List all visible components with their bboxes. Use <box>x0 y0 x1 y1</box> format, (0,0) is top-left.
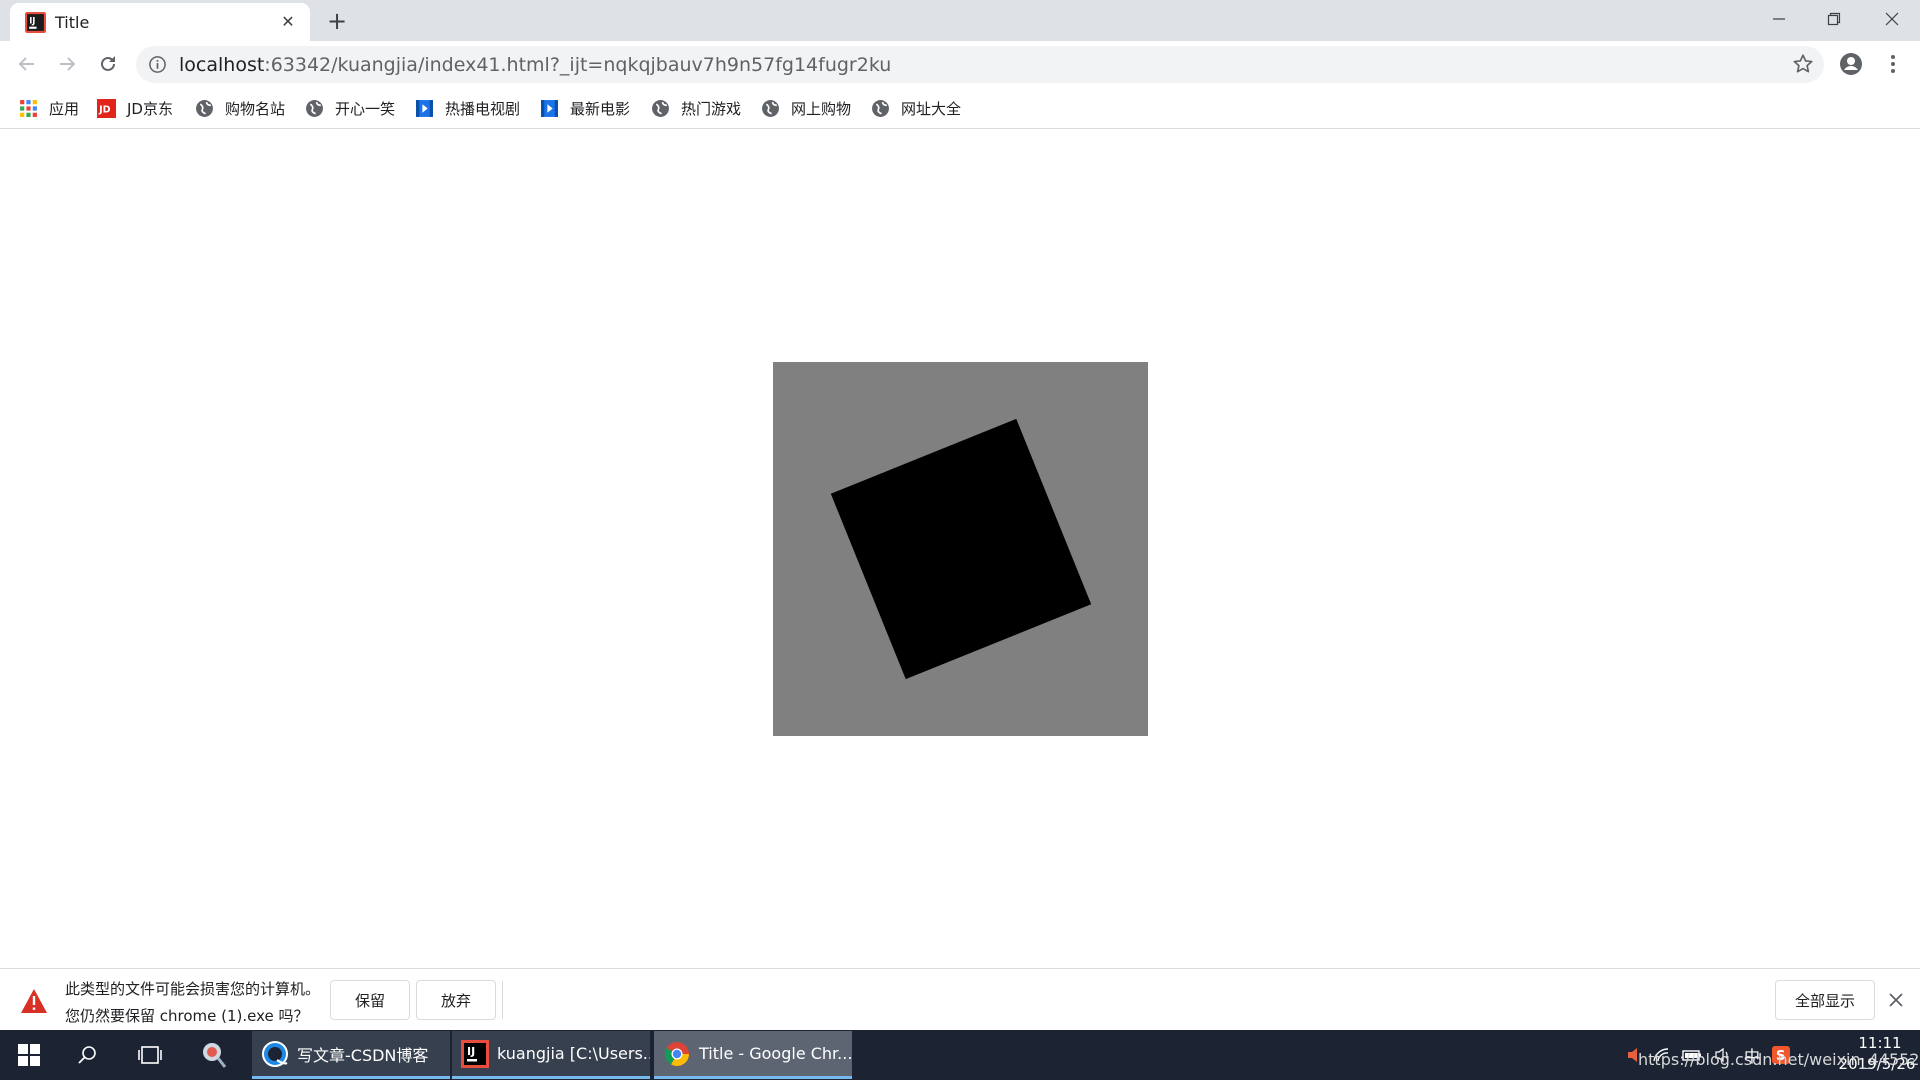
back-arrow-icon <box>18 57 34 71</box>
task-view-button[interactable] <box>124 1030 176 1080</box>
discard-button[interactable]: 放弃 <box>416 980 496 1020</box>
new-tab-button[interactable]: + <box>324 9 350 35</box>
taskbar-app-csdn[interactable]: 写文章-CSDN博客 <box>252 1031 450 1079</box>
svg-text:IJ: IJ <box>467 1045 475 1058</box>
windows-start-icon <box>18 1044 40 1066</box>
url-path: :63342/kuangjia/index41.html?_ijt=nqkqjb… <box>264 54 892 76</box>
bookmark-label: 应用 <box>49 99 80 118</box>
svg-text:JD: JD <box>98 104 111 115</box>
restore-icon <box>1827 12 1841 26</box>
bookmark-label: JD京东 <box>127 99 173 118</box>
tab-title: Title <box>55 13 90 32</box>
chrome-icon <box>664 1041 689 1066</box>
globe-icon <box>762 99 779 117</box>
address-bar[interactable]: localhost:63342/kuangjia/index41.html?_i… <box>136 46 1824 83</box>
rotated-black-square <box>830 418 1092 680</box>
taskbar-app-label: 写文章-CSDN博客 <box>297 1045 429 1065</box>
star-icon[interactable] <box>1792 53 1814 75</box>
warning-icon <box>21 989 47 1013</box>
bookmark-label: 购物名站 <box>225 99 286 118</box>
bookmark-online-shopping[interactable]: 网上购物 <box>761 96 851 120</box>
bookmark-label: 热门游戏 <box>681 99 742 118</box>
bookmark-label: 网上购物 <box>791 99 852 118</box>
video-icon <box>541 99 558 117</box>
bookmarks-bar: 应用 JD JD京东 购物名站 开心一笑 热播电视剧 最新电影 热门游戏 网上购… <box>0 88 1920 129</box>
divider <box>502 981 503 1019</box>
download-question-text: 您仍然要保留 chrome (1).exe 吗？ <box>65 1007 309 1025</box>
windows-taskbar: 写文章-CSDN博客 IJ kuangjia [C:\Users... Titl… <box>0 1030 1920 1080</box>
minimize-button[interactable] <box>1751 0 1807 38</box>
reload-button[interactable] <box>93 49 123 79</box>
taskbar-pinned-app[interactable] <box>186 1030 242 1080</box>
globe-icon <box>652 99 669 117</box>
start-button[interactable] <box>0 1030 58 1080</box>
bookmark-new-movies[interactable]: 最新电影 <box>540 96 630 120</box>
bookmark-hot-games[interactable]: 热门游戏 <box>651 96 741 120</box>
gray-container-box <box>773 362 1148 736</box>
menu-icon[interactable] <box>1880 51 1906 77</box>
download-bar: 此类型的文件可能会损害您的计算机。 您仍然要保留 chrome (1).exe … <box>0 968 1920 1030</box>
forward-arrow-icon <box>60 57 76 71</box>
close-download-bar-button[interactable] <box>1884 988 1908 1012</box>
globe-icon <box>196 99 213 117</box>
taskbar-app-intellij[interactable]: IJ kuangjia [C:\Users... <box>452 1031 650 1079</box>
close-icon <box>1889 993 1903 1007</box>
bookmark-label: 热播电视剧 <box>445 99 521 118</box>
intellij-idea-icon: IJ <box>25 12 46 33</box>
search-icon <box>78 1046 96 1064</box>
keep-button[interactable]: 保留 <box>330 980 410 1020</box>
browser-toolbar: localhost:63342/kuangjia/index41.html?_i… <box>0 41 1920 88</box>
bookmark-happy-laugh[interactable]: 开心一笑 <box>305 96 395 120</box>
globe-icon <box>872 99 889 117</box>
bookmark-hot-tv[interactable]: 热播电视剧 <box>415 96 520 120</box>
window-close-button[interactable] <box>1864 0 1920 38</box>
url-text[interactable]: localhost:63342/kuangjia/index41.html?_i… <box>179 54 891 76</box>
task-view-icon <box>138 1046 162 1064</box>
bookmark-url-directory[interactable]: 网址大全 <box>871 96 961 120</box>
pinned-app-icon <box>203 1043 227 1068</box>
info-icon[interactable] <box>148 55 167 74</box>
bookmark-apps[interactable]: 应用 <box>19 96 79 120</box>
intellij-idea-icon: IJ <box>461 1039 489 1068</box>
page-viewport <box>0 130 1920 968</box>
forward-button[interactable] <box>52 49 82 79</box>
video-icon <box>416 99 433 117</box>
bookmark-shopping-sites[interactable]: 购物名站 <box>195 96 285 120</box>
close-icon[interactable]: ✕ <box>278 12 298 32</box>
reload-icon <box>101 56 115 71</box>
show-all-downloads-button[interactable]: 全部显示 <box>1775 980 1875 1020</box>
watermark-text: https://blog.csdn.net/weixin_44552543 <box>1638 1050 1920 1069</box>
url-host: localhost <box>179 54 265 76</box>
bookmark-label: 开心一笑 <box>335 99 396 118</box>
bookmark-label: 最新电影 <box>570 99 631 118</box>
plus-icon: + <box>326 7 348 35</box>
apps-grid-icon <box>20 99 37 117</box>
back-button[interactable] <box>12 49 42 79</box>
tab-strip: IJ Title ✕ + <box>0 0 1920 41</box>
profile-icon[interactable] <box>1838 51 1864 77</box>
taskbar-search-button[interactable] <box>62 1030 114 1080</box>
globe-icon <box>306 99 323 117</box>
taskbar-app-chrome[interactable]: Title - Google Chr... <box>654 1031 852 1079</box>
bookmark-jd[interactable]: JD JD京东 <box>97 96 173 120</box>
restore-button[interactable] <box>1806 0 1862 38</box>
taskbar-app-label: kuangjia [C:\Users... <box>497 1044 650 1063</box>
svg-text:IJ: IJ <box>29 16 35 26</box>
browser-tab[interactable]: IJ Title ✕ <box>10 3 310 41</box>
bookmark-label: 网址大全 <box>901 99 962 118</box>
browser-icon <box>262 1040 288 1067</box>
minimize-icon <box>1773 18 1785 20</box>
download-warning-text: 此类型的文件可能会损害您的计算机。 <box>65 980 321 998</box>
close-icon <box>1885 12 1899 26</box>
taskbar-app-label: Title - Google Chr... <box>699 1044 852 1063</box>
jd-icon: JD <box>97 98 116 118</box>
